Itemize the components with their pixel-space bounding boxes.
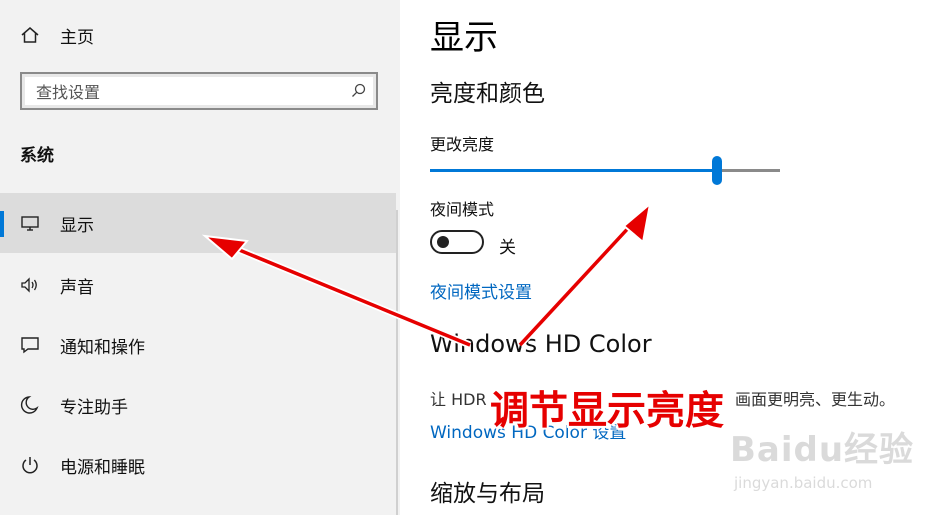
sidebar-item-notifications[interactable]: 通知和操作 (0, 315, 396, 375)
speaker-icon (19, 274, 41, 296)
night-mode-toggle[interactable] (430, 230, 484, 254)
search-input[interactable] (34, 80, 338, 104)
brightness-label: 更改亮度 (430, 135, 495, 154)
brightness-color-heading: 亮度和颜色 (430, 81, 545, 107)
slider-track (717, 169, 780, 172)
notification-icon (19, 334, 41, 356)
section-label: 系统 (20, 146, 54, 166)
watermark-logo: Baidu经验 (730, 430, 915, 470)
toggle-knob (437, 236, 449, 248)
hd-color-description-right: 画面更明亮、更生动。 (735, 390, 896, 409)
slider-track-fill (430, 169, 717, 172)
watermark: Baidu经验 jingyan.baidu.com (730, 420, 945, 515)
sidebar: 主页 系统 显示 声音 通知和操作 专注助手 (0, 0, 400, 515)
page-title: 显示 (430, 18, 498, 58)
watermark-url: jingyan.baidu.com (734, 474, 873, 492)
slider-thumb[interactable] (712, 156, 722, 185)
sidebar-item-sound[interactable]: 声音 (0, 255, 396, 315)
sidebar-scrollbar[interactable] (396, 210, 398, 515)
sidebar-item-label: 通知和操作 (60, 337, 145, 358)
hd-color-heading: Windows HD Color (430, 330, 652, 358)
night-mode-label: 夜间模式 (430, 200, 495, 219)
search-icon[interactable] (350, 82, 368, 100)
annotation-caption: 调节显示亮度 (490, 389, 725, 434)
search-box[interactable] (20, 72, 378, 110)
selection-indicator (0, 211, 4, 237)
sidebar-item-label: 电源和睡眠 (60, 457, 145, 478)
power-icon (19, 454, 41, 476)
sidebar-item-label: 主页 (60, 27, 94, 48)
scale-layout-heading: 缩放与布局 (430, 481, 545, 507)
moon-icon (19, 394, 41, 416)
sidebar-item-power-sleep[interactable]: 电源和睡眠 (0, 435, 396, 495)
sidebar-item-label: 显示 (60, 215, 94, 236)
night-mode-settings-link[interactable]: 夜间模式设置 (430, 278, 532, 303)
monitor-icon (19, 212, 41, 234)
sidebar-item-focus-assist[interactable]: 专注助手 (0, 375, 396, 435)
hd-color-description-left: 让 HDR (430, 390, 487, 409)
sidebar-item-home[interactable]: 主页 (0, 16, 396, 54)
sidebar-item-display[interactable]: 显示 (0, 193, 396, 253)
home-icon (19, 24, 41, 46)
night-mode-state: 关 (499, 238, 516, 258)
sidebar-item-label: 专注助手 (60, 397, 128, 418)
sidebar-item-label: 声音 (60, 277, 94, 298)
